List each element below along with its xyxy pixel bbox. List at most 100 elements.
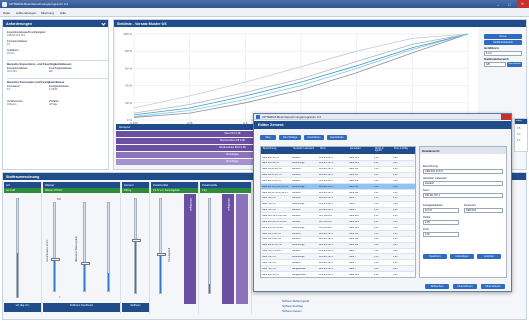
detail-input-price[interactable]: 0,00 (423, 232, 459, 237)
field-value[interactable]: WF (49, 70, 53, 73)
sieve-range-label: Sieblinienbereich (484, 57, 509, 61)
field-value[interactable]: 28 Tage (49, 103, 57, 106)
menu-item-hilfe[interactable]: Hilfe (60, 11, 66, 15)
side-list-item[interactable]: 2,0 (517, 139, 520, 142)
curve-button[interactable]: Kurve (484, 34, 522, 39)
side-list: online 0,5 1,0 2,0 (514, 118, 528, 152)
detail-input-norm[interactable]: DIN EN 197-1 (423, 193, 503, 198)
field-value[interactable]: C25/30 XC4 XF1 (7, 34, 25, 37)
menu-item-datei[interactable]: Datei (3, 11, 10, 15)
table-cell: Karsdorf (292, 250, 301, 253)
table-cell: 2,95 (374, 273, 379, 276)
detail-input-manufacturer[interactable]: Karsdorf (423, 181, 503, 186)
table-cell: CEM III/B (349, 215, 359, 217)
delete-button[interactable]: Löschen (477, 254, 501, 259)
cement-table: Bezeichnung Hersteller Lieferwerk Norm Zeme… (260, 146, 416, 278)
table-cell: 0,00 (393, 156, 398, 159)
detail-label: Zementart (464, 204, 476, 207)
add-button[interactable]: Hinzufügen (450, 254, 474, 259)
y-tick-label: 80 % (125, 49, 132, 53)
table-cell: 0,00 (393, 185, 398, 188)
table-cell: DIN EN 197-1 (319, 191, 334, 194)
table-cell: CEM III/B 32,5 N-LH/SR (262, 215, 287, 217)
cement-slider[interactable] (132, 198, 141, 294)
menu-bar: Datei Aufbereitungen Mischung Hilfe (0, 8, 529, 17)
total-water-slider[interactable] (51, 202, 60, 292)
scale-tick: 0 (59, 296, 61, 299)
side-list-item[interactable]: 1,0 (517, 133, 520, 136)
maximize-button[interactable]: □ (508, 2, 510, 7)
sieve-range-select[interactable]: A/B (484, 62, 506, 67)
save-button[interactable]: Speichern (423, 254, 447, 259)
minimize-button[interactable]: – (497, 2, 499, 7)
admixture-slider[interactable] (157, 198, 166, 294)
field-value[interactable]: C 25/30 (49, 88, 57, 91)
close-icon: ✕ (521, 2, 525, 6)
table-cell: 3,00 (374, 238, 379, 241)
section-header: Bereiche Konsistenz und Festigkeitsklass… (7, 78, 109, 84)
table-cell: Karsdorf (292, 179, 301, 182)
new-button[interactable]: Neu (260, 135, 276, 140)
table-cell: 3,10 (374, 267, 379, 270)
accept-button-2[interactable]: Übernehmen (481, 284, 505, 289)
wz-slider[interactable] (16, 198, 19, 298)
detail-label: Dichte (423, 216, 431, 219)
detail-select-strength[interactable]: 42,5 N (423, 208, 459, 213)
table-cell: DIN 1164-10 (319, 226, 332, 229)
accept-button[interactable]: Übernehmen (453, 284, 477, 289)
new-template-button[interactable]: Neu Vorlage (279, 135, 301, 140)
column-header[interactable]: Norm (319, 147, 348, 154)
detail-label: Hersteller Lieferwerk (423, 177, 447, 180)
apply-button[interactable]: Übernehmen (507, 62, 522, 67)
import-button[interactable]: Importieren (304, 135, 324, 140)
table-cell: 0,00 (393, 238, 398, 241)
table-cell: 3,00 (374, 191, 379, 194)
table-cell: 2,95 (374, 220, 379, 223)
dialog-close-button[interactable] (501, 114, 511, 120)
export-button[interactable]: Exportieren (327, 135, 347, 140)
table-cell: 3,00 (374, 179, 379, 182)
field-value[interactable]: F3 (7, 88, 10, 91)
table-cell: CEM I (349, 267, 356, 270)
column-value: 0 kg (200, 188, 251, 193)
extra-water-slider[interactable] (107, 202, 110, 292)
dialog-heading: Editor Zement (258, 122, 284, 127)
side-list-item[interactable]: 0,5 (517, 127, 520, 130)
table-cell: 3,10 (374, 261, 379, 264)
effective-water-slider[interactable] (81, 202, 90, 292)
column-header[interactable]: Hersteller Lieferwerk (292, 147, 318, 154)
field-value[interactable]: F3 (7, 43, 10, 46)
table-cell: Mergelstetten (292, 267, 306, 270)
max-grain-select[interactable]: 8 mm (484, 51, 522, 56)
table-cell: CEM II/B (349, 238, 359, 241)
add-admixture-strip[interactable]: Hinzufügen (184, 194, 196, 304)
table-cell: 0,00 (393, 197, 398, 200)
detail-select-type[interactable]: CEM III/A (464, 208, 503, 213)
column-header[interactable]: Dichte in kg/dm³ (374, 147, 392, 154)
column-header[interactable]: Preis in €/t/kg (393, 147, 415, 154)
column-header[interactable]: Bezeichnung (262, 147, 291, 154)
bottom-note: Stoffraum Mehlkorngehalt (282, 300, 310, 303)
add-additive-strip-2[interactable] (236, 194, 248, 304)
add-additive-strip[interactable]: Hinzufügen (222, 194, 234, 304)
column-header[interactable]: Zementart (349, 147, 373, 154)
table-cell: CEM III/A 42,5 N-NA (262, 226, 284, 229)
table-cell: 0,00 (393, 232, 398, 235)
menu-item-mischung[interactable]: Mischung (41, 11, 54, 15)
field-value[interactable]: 16 mm (7, 52, 14, 55)
additives-slider[interactable] (208, 198, 211, 294)
detail-input-density[interactable]: 2,95 (423, 220, 459, 225)
column-footer: Stoffraum Frischbeton (43, 303, 120, 312)
table-cell: 0,00 (393, 203, 398, 206)
field-value[interactable]: XC4 XF1 (7, 70, 17, 73)
table-cell: DIN EN 197-1 (319, 255, 334, 258)
table-cell: CEM II/A (349, 244, 359, 247)
table-cell: Wittenberge (292, 244, 305, 247)
table-cell: DIN EN 197-1 (319, 156, 334, 159)
menu-item-aufbereitungen[interactable]: Aufbereitungen (16, 11, 36, 15)
field-value[interactable]: Ortbeton (7, 103, 16, 106)
cancel-button[interactable]: Abbrechen (425, 284, 449, 289)
table-cell: Karsdorf (292, 232, 301, 235)
detail-input-designation[interactable]: CEM III/A 42,5 N (423, 169, 503, 174)
sieve-range-button[interactable]: Sieblinienbereich (484, 40, 522, 45)
